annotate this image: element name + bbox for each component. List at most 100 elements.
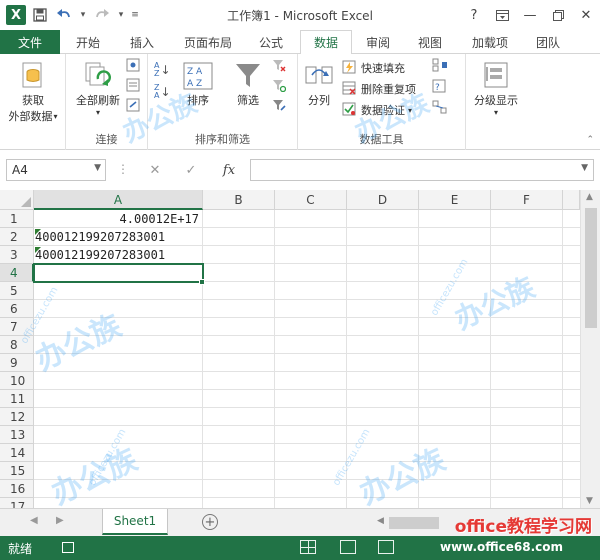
edit-links-icon[interactable] — [126, 98, 142, 114]
name-box[interactable]: A4 ▼ — [6, 159, 106, 181]
row-header-selected[interactable]: 4 — [0, 264, 34, 282]
tab-view[interactable]: 视图 — [408, 30, 452, 54]
get-external-data-button[interactable]: 获取 外部数据 ▾ — [3, 60, 63, 124]
error-indicator-icon[interactable] — [35, 229, 41, 235]
normal-view-icon[interactable] — [300, 540, 316, 554]
flash-fill-label: 快速填充 — [361, 62, 405, 75]
tab-formulas[interactable]: 公式 — [248, 30, 294, 54]
worksheet-grid[interactable]: A B C D E F 1 2 3 4 5 6 7 8 9 10 11 12 1… — [0, 190, 600, 508]
relationships-icon[interactable] — [432, 100, 448, 116]
consolidate-icon[interactable] — [432, 58, 448, 74]
row-header[interactable]: 14 — [0, 444, 34, 462]
cell-a2[interactable]: 400012199207283001 — [34, 228, 202, 246]
remove-duplicates-button[interactable]: 删除重复项 — [342, 79, 416, 99]
row-header[interactable]: 13 — [0, 426, 34, 444]
sheet-tab-bar: ◀ ▶ Sheet1 + ◀ office教程学习网 — [0, 508, 600, 537]
sort-descending-button[interactable]: Z A ↓ — [154, 84, 171, 100]
clear-filter-icon[interactable] — [272, 58, 288, 74]
column-header-e[interactable]: E — [419, 190, 491, 210]
reapply-icon[interactable] — [272, 78, 288, 94]
prev-sheet-icon[interactable]: ◀ — [30, 515, 38, 526]
column-divider — [490, 210, 491, 508]
outline-button[interactable]: 分级显示 ▾ — [468, 60, 524, 117]
horizontal-scroll-thumb[interactable] — [389, 517, 439, 529]
row-header[interactable]: 2 — [0, 228, 34, 246]
filter-button[interactable]: 筛选 — [228, 60, 268, 108]
tab-home[interactable]: 开始 — [66, 30, 110, 54]
cell-a1[interactable]: 4.00012E+17 — [34, 210, 202, 228]
restore-icon[interactable] — [544, 0, 572, 30]
row-header[interactable]: 8 — [0, 336, 34, 354]
column-divider — [418, 210, 419, 508]
row-header[interactable]: 6 — [0, 300, 34, 318]
refresh-all-button[interactable]: 全部刷新 ▾ — [69, 60, 127, 117]
row-header[interactable]: 3 — [0, 246, 34, 264]
column-header-g[interactable] — [563, 190, 580, 210]
properties-icon[interactable] — [126, 78, 142, 94]
sort-ascending-button[interactable]: A Z ↓ — [154, 62, 171, 78]
column-divider — [202, 210, 203, 508]
row-header[interactable]: 16 — [0, 480, 34, 498]
tab-insert[interactable]: 插入 — [120, 30, 164, 54]
select-all-button[interactable] — [0, 190, 34, 210]
column-header-d[interactable]: D — [347, 190, 419, 210]
cell-a3[interactable]: 400012199207283001 — [34, 246, 202, 264]
row-header[interactable]: 9 — [0, 354, 34, 372]
sheet-tab-sheet1[interactable]: Sheet1 — [102, 509, 168, 535]
add-sheet-button[interactable]: + — [202, 514, 218, 530]
row-header[interactable]: 1 — [0, 210, 34, 228]
connections-icon[interactable] — [126, 58, 142, 74]
row-header[interactable]: 7 — [0, 318, 34, 336]
vertical-scroll-thumb[interactable] — [585, 208, 597, 328]
what-if-analysis-icon[interactable]: ? — [432, 79, 448, 95]
scroll-down-icon[interactable]: ▼ — [586, 496, 593, 506]
chevron-down-icon: ▾ — [53, 111, 58, 121]
help-button[interactable]: ? — [460, 0, 488, 30]
error-indicator-icon[interactable] — [35, 247, 41, 253]
close-icon[interactable]: ✕ — [572, 0, 600, 30]
enter-button[interactable]: ✓ — [174, 159, 208, 181]
row-header[interactable]: 12 — [0, 408, 34, 426]
scroll-up-icon[interactable]: ▲ — [586, 192, 593, 202]
column-header-c[interactable]: C — [275, 190, 347, 210]
tab-data[interactable]: 数据 — [300, 30, 352, 55]
page-layout-view-icon[interactable] — [340, 540, 356, 554]
formula-input[interactable]: ▼ — [250, 159, 594, 181]
advanced-filter-icon[interactable] — [272, 98, 288, 114]
minimize-icon[interactable]: — — [516, 0, 544, 30]
active-cell-a4[interactable] — [33, 263, 204, 283]
insert-function-button[interactable]: fx — [212, 159, 246, 181]
flash-fill-button[interactable]: 快速填充 — [342, 58, 405, 78]
row-header[interactable]: 15 — [0, 462, 34, 480]
collapse-ribbon-icon[interactable]: ⌃ — [586, 135, 594, 145]
column-header-b[interactable]: B — [203, 190, 275, 210]
text-to-columns-button[interactable]: 分列 — [302, 60, 336, 108]
chevron-down-icon[interactable]: ▼ — [94, 163, 101, 173]
column-header-f[interactable]: F — [491, 190, 563, 210]
chevron-down-icon: ▾ — [95, 108, 100, 117]
row-header[interactable]: 17 — [0, 498, 34, 508]
tab-addins[interactable]: 加载项 — [462, 30, 518, 54]
ribbon-display-options-icon[interactable] — [488, 0, 516, 30]
scroll-left-icon[interactable]: ◀ — [377, 516, 384, 526]
vertical-scrollbar[interactable]: ▲ ▼ — [580, 190, 600, 508]
data-validation-button[interactable]: 数据验证 ▾ — [342, 100, 412, 120]
chevron-down-icon[interactable]: ▼ — [581, 163, 588, 173]
fill-handle[interactable] — [199, 279, 205, 285]
page-break-view-icon[interactable] — [378, 540, 394, 554]
next-sheet-icon[interactable]: ▶ — [56, 515, 64, 526]
row-header[interactable]: 10 — [0, 372, 34, 390]
remove-duplicates-label: 删除重复项 — [361, 83, 416, 96]
ribbon-tabs: 文件 开始 插入 页面布局 公式 数据 审阅 视图 加载项 团队 — [0, 30, 600, 55]
column-header-a[interactable]: A — [34, 190, 203, 210]
sort-ascending-icon: A Z — [154, 62, 159, 78]
tab-page-layout[interactable]: 页面布局 — [176, 30, 240, 54]
tab-team[interactable]: 团队 — [526, 30, 570, 54]
row-header[interactable]: 5 — [0, 282, 34, 300]
tab-file[interactable]: 文件 — [0, 30, 60, 54]
macro-record-icon[interactable] — [62, 542, 74, 553]
sort-button[interactable]: Z A A Z 排序 — [178, 60, 218, 108]
tab-review[interactable]: 审阅 — [356, 30, 400, 54]
cancel-button[interactable]: ✕ — [138, 159, 172, 181]
row-header[interactable]: 11 — [0, 390, 34, 408]
